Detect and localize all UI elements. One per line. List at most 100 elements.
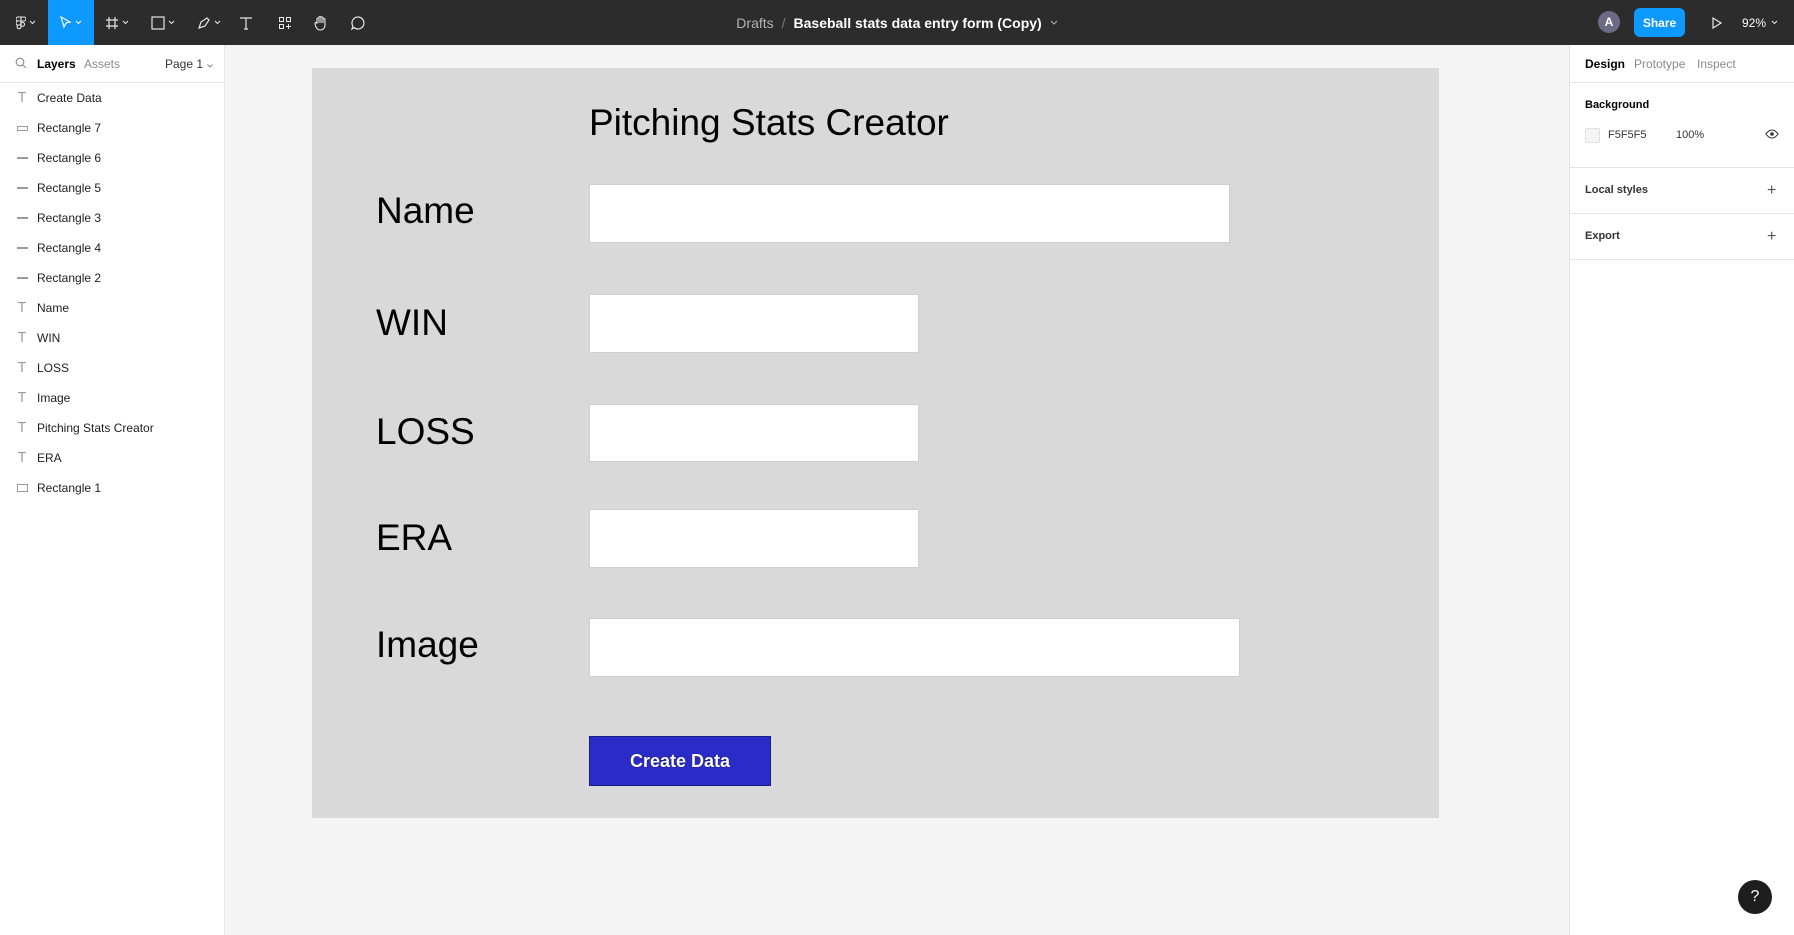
rectangle-icon xyxy=(151,15,165,30)
form-frame[interactable]: Pitching Stats Creator Name WIN LOSS ERA… xyxy=(312,68,1439,818)
chevron-down-icon xyxy=(29,20,36,25)
tab-layers[interactable]: Layers xyxy=(37,57,76,71)
eye-icon[interactable] xyxy=(1765,129,1779,139)
layer-item[interactable]: Rectangle 5 xyxy=(0,173,224,203)
background-hex-value[interactable]: F5F5F5 xyxy=(1608,129,1647,141)
local-styles-heading: Local styles xyxy=(1585,184,1648,196)
local-styles-section: Local styles + xyxy=(1570,168,1794,214)
background-color-swatch[interactable] xyxy=(1585,128,1600,143)
breadcrumb-drafts-link[interactable]: Drafts xyxy=(736,15,773,31)
zoom-dropdown[interactable]: 92% xyxy=(1742,0,1778,45)
layer-label: WIN xyxy=(37,331,61,345)
layer-item[interactable]: T ERA xyxy=(0,443,224,473)
form-title[interactable]: Pitching Stats Creator xyxy=(589,102,949,144)
cursor-icon xyxy=(60,15,72,29)
layer-item[interactable]: T Create Data xyxy=(0,83,224,113)
export-section: Export + xyxy=(1570,214,1794,260)
chevron-down-icon xyxy=(207,64,213,68)
era-field[interactable] xyxy=(589,509,919,568)
tab-assets[interactable]: Assets xyxy=(84,57,120,71)
chevron-down-icon xyxy=(75,20,82,25)
text-icon: T xyxy=(18,390,26,406)
layer-item[interactable]: Rectangle 6 xyxy=(0,143,224,173)
text-icon: T xyxy=(18,300,26,316)
line-icon xyxy=(15,233,29,263)
add-export-plus-icon[interactable]: + xyxy=(1767,229,1776,245)
background-opacity-value[interactable]: 100% xyxy=(1676,129,1704,141)
line-icon xyxy=(15,173,29,203)
layer-label: Rectangle 6 xyxy=(37,151,102,165)
add-style-plus-icon[interactable]: + xyxy=(1767,183,1776,199)
layer-label: Pitching Stats Creator xyxy=(37,421,154,435)
frame-icon xyxy=(106,16,118,29)
main-menu-button[interactable] xyxy=(8,0,44,45)
hand-icon xyxy=(314,15,326,31)
create-data-button[interactable]: Create Data xyxy=(589,736,771,786)
loss-label[interactable]: LOSS xyxy=(376,411,475,453)
chevron-down-icon xyxy=(168,20,175,25)
avatar[interactable]: A xyxy=(1598,11,1620,33)
tab-inspect[interactable]: Inspect xyxy=(1697,57,1736,71)
layer-item[interactable]: T Name xyxy=(0,293,224,323)
layer-label: Name xyxy=(37,301,70,315)
canvas[interactable]: Pitching Stats Creator Name WIN LOSS ERA… xyxy=(225,45,1569,935)
image-field[interactable] xyxy=(589,618,1240,677)
page-label: Page 1 xyxy=(165,57,204,71)
image-label[interactable]: Image xyxy=(376,624,479,666)
layer-item[interactable]: Rectangle 3 xyxy=(0,203,224,233)
chevron-down-icon[interactable] xyxy=(1050,20,1058,25)
breadcrumb: Drafts / Baseball stats data entry form … xyxy=(0,0,1794,45)
layer-item[interactable]: T Image xyxy=(0,383,224,413)
help-button[interactable]: ? xyxy=(1738,880,1772,914)
background-heading: Background xyxy=(1585,99,1650,111)
zoom-value: 92% xyxy=(1742,15,1767,30)
line-icon xyxy=(15,203,29,233)
present-button[interactable] xyxy=(1702,0,1732,45)
tab-design[interactable]: Design xyxy=(1585,57,1625,71)
frame-tool-button[interactable] xyxy=(98,0,136,45)
text-tool-button[interactable] xyxy=(235,0,257,45)
layer-list: T Create Data Rectangle 7 Rectangle 6 Rec… xyxy=(0,83,224,503)
file-title[interactable]: Baseball stats data entry form (Copy) xyxy=(794,15,1042,31)
layer-item[interactable]: Rectangle 2 xyxy=(0,263,224,293)
text-icon: T xyxy=(18,450,26,466)
layer-item[interactable]: T LOSS xyxy=(0,353,224,383)
left-panel-tabs: Layers Assets Page 1 xyxy=(0,45,224,83)
play-icon xyxy=(1712,16,1722,29)
win-label[interactable]: WIN xyxy=(376,302,448,344)
rectangle-icon xyxy=(15,473,29,503)
text-icon: T xyxy=(18,330,26,346)
resources-button[interactable] xyxy=(274,0,296,45)
era-label[interactable]: ERA xyxy=(376,517,452,559)
layer-item[interactable]: Rectangle 7 xyxy=(0,113,224,143)
layer-item[interactable]: T Pitching Stats Creator xyxy=(0,413,224,443)
export-heading: Export xyxy=(1585,230,1620,242)
properties-panel: Design Prototype Inspect Background F5F5… xyxy=(1569,45,1794,935)
name-field[interactable] xyxy=(589,184,1230,243)
chevron-down-icon xyxy=(214,20,221,25)
layer-label: Image xyxy=(37,391,71,405)
layer-item[interactable]: Rectangle 4 xyxy=(0,233,224,263)
win-field[interactable] xyxy=(589,294,919,353)
shape-tool-button[interactable] xyxy=(144,0,182,45)
chevron-down-icon xyxy=(1771,20,1778,25)
tab-prototype[interactable]: Prototype xyxy=(1634,57,1685,71)
page-selector[interactable]: Page 1 xyxy=(165,57,213,71)
pen-tool-button[interactable] xyxy=(190,0,228,45)
name-label[interactable]: Name xyxy=(376,190,475,232)
share-button[interactable]: Share xyxy=(1634,8,1685,37)
move-tool-button[interactable] xyxy=(48,0,94,45)
comment-tool-button[interactable] xyxy=(347,0,369,45)
layer-label: Rectangle 1 xyxy=(37,481,102,495)
breadcrumb-separator: / xyxy=(781,14,786,31)
layer-label: Rectangle 3 xyxy=(37,211,102,225)
loss-field[interactable] xyxy=(589,404,919,462)
layer-item[interactable]: Rectangle 1 xyxy=(0,473,224,503)
layer-label: Rectangle 4 xyxy=(37,241,102,255)
layer-item[interactable]: T WIN xyxy=(0,323,224,353)
chevron-down-icon xyxy=(122,20,129,25)
line-icon xyxy=(15,143,29,173)
search-icon[interactable] xyxy=(15,57,27,69)
layer-label: Rectangle 2 xyxy=(37,271,102,285)
hand-tool-button[interactable] xyxy=(310,0,332,45)
